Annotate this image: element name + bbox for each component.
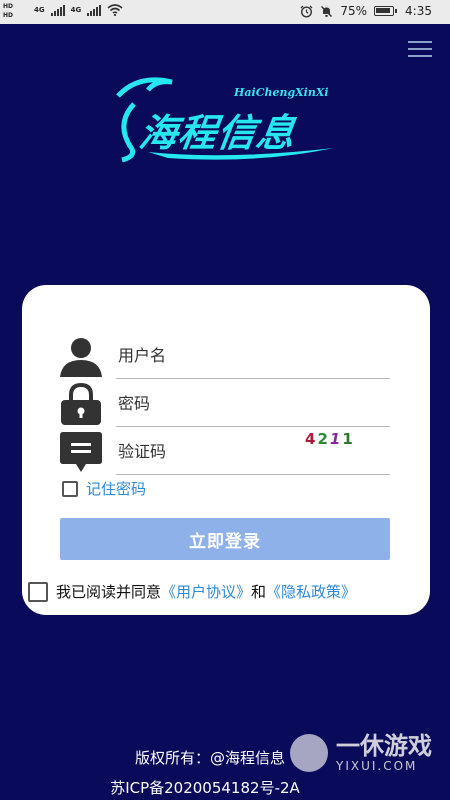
captcha-digit: 2 <box>317 430 330 448</box>
remember-label: 记住密码 <box>86 480 147 498</box>
watermark-title: 一休游戏 <box>336 732 432 760</box>
status-bar: HD HD 4G 4G 75% 4:35 <box>0 0 450 24</box>
hd-label-1: HD <box>3 3 14 10</box>
agree-checkbox[interactable] <box>28 581 48 602</box>
watermark-logo-icon <box>290 734 328 772</box>
remember-checkbox[interactable] <box>62 480 78 497</box>
signal-icon-2 <box>87 4 102 16</box>
network-type-2: 4G <box>70 6 82 14</box>
signal-icon <box>50 4 65 16</box>
username-input[interactable] <box>116 333 390 379</box>
privacy-policy-link[interactable]: 《隐私政策》 <box>266 581 356 602</box>
watermark-text: 一休游戏 YIXUI.COM <box>336 733 432 773</box>
battery-percent: 75% <box>340 4 368 18</box>
app-logo: HaiChengXinXi 海程信息 <box>108 68 340 168</box>
remember-password-toggle[interactable]: 记住密码 <box>62 478 146 499</box>
captcha-digit: 4 <box>305 430 318 448</box>
alarm-icon <box>300 5 313 18</box>
agree-prefix: 我已阅读并同意 <box>56 583 162 601</box>
agreement-row: 我已阅读并同意 《用户协议》 和 《隐私政策》 <box>28 581 356 602</box>
battery-icon <box>374 6 398 16</box>
clock: 4:35 <box>405 4 432 18</box>
mute-bell-icon <box>321 5 333 17</box>
wifi-icon <box>107 4 123 16</box>
network-type-1: 4G <box>34 6 45 14</box>
password-row <box>58 381 392 427</box>
logo-text-en: HaiChengXinXi <box>234 86 329 99</box>
captcha-digit: 1 <box>329 430 343 448</box>
login-button[interactable]: 立即登录 <box>60 518 390 560</box>
lock-icon <box>61 383 101 425</box>
user-icon <box>60 338 102 377</box>
login-card: 4211 记住密码 立即登录 我已阅读并同意 《用户协议》 和 《隐私政策》 <box>22 285 430 615</box>
icp-text: 苏ICP备2020054182号-2A <box>110 779 300 797</box>
captcha-image[interactable]: 4211 <box>305 430 355 448</box>
hd-label-2: HD <box>3 12 14 19</box>
and-text: 和 <box>251 583 267 601</box>
watermark-url: YIXUI.COM <box>336 759 418 773</box>
status-right: 75% 4:35 <box>300 4 432 18</box>
username-row <box>58 333 392 379</box>
logo-text-cn: 海程信息 <box>136 111 299 155</box>
site-watermark: 一休游戏 YIXUI.COM <box>290 733 432 773</box>
captcha-digit: 1 <box>342 430 355 448</box>
network-indicators: 4G 4G <box>34 4 123 16</box>
message-icon <box>60 432 102 472</box>
hamburger-menu-icon[interactable] <box>408 41 432 57</box>
password-input[interactable] <box>116 381 390 427</box>
hd-indicator: HD HD <box>3 2 13 20</box>
user-agreement-link[interactable]: 《用户协议》 <box>161 581 251 602</box>
